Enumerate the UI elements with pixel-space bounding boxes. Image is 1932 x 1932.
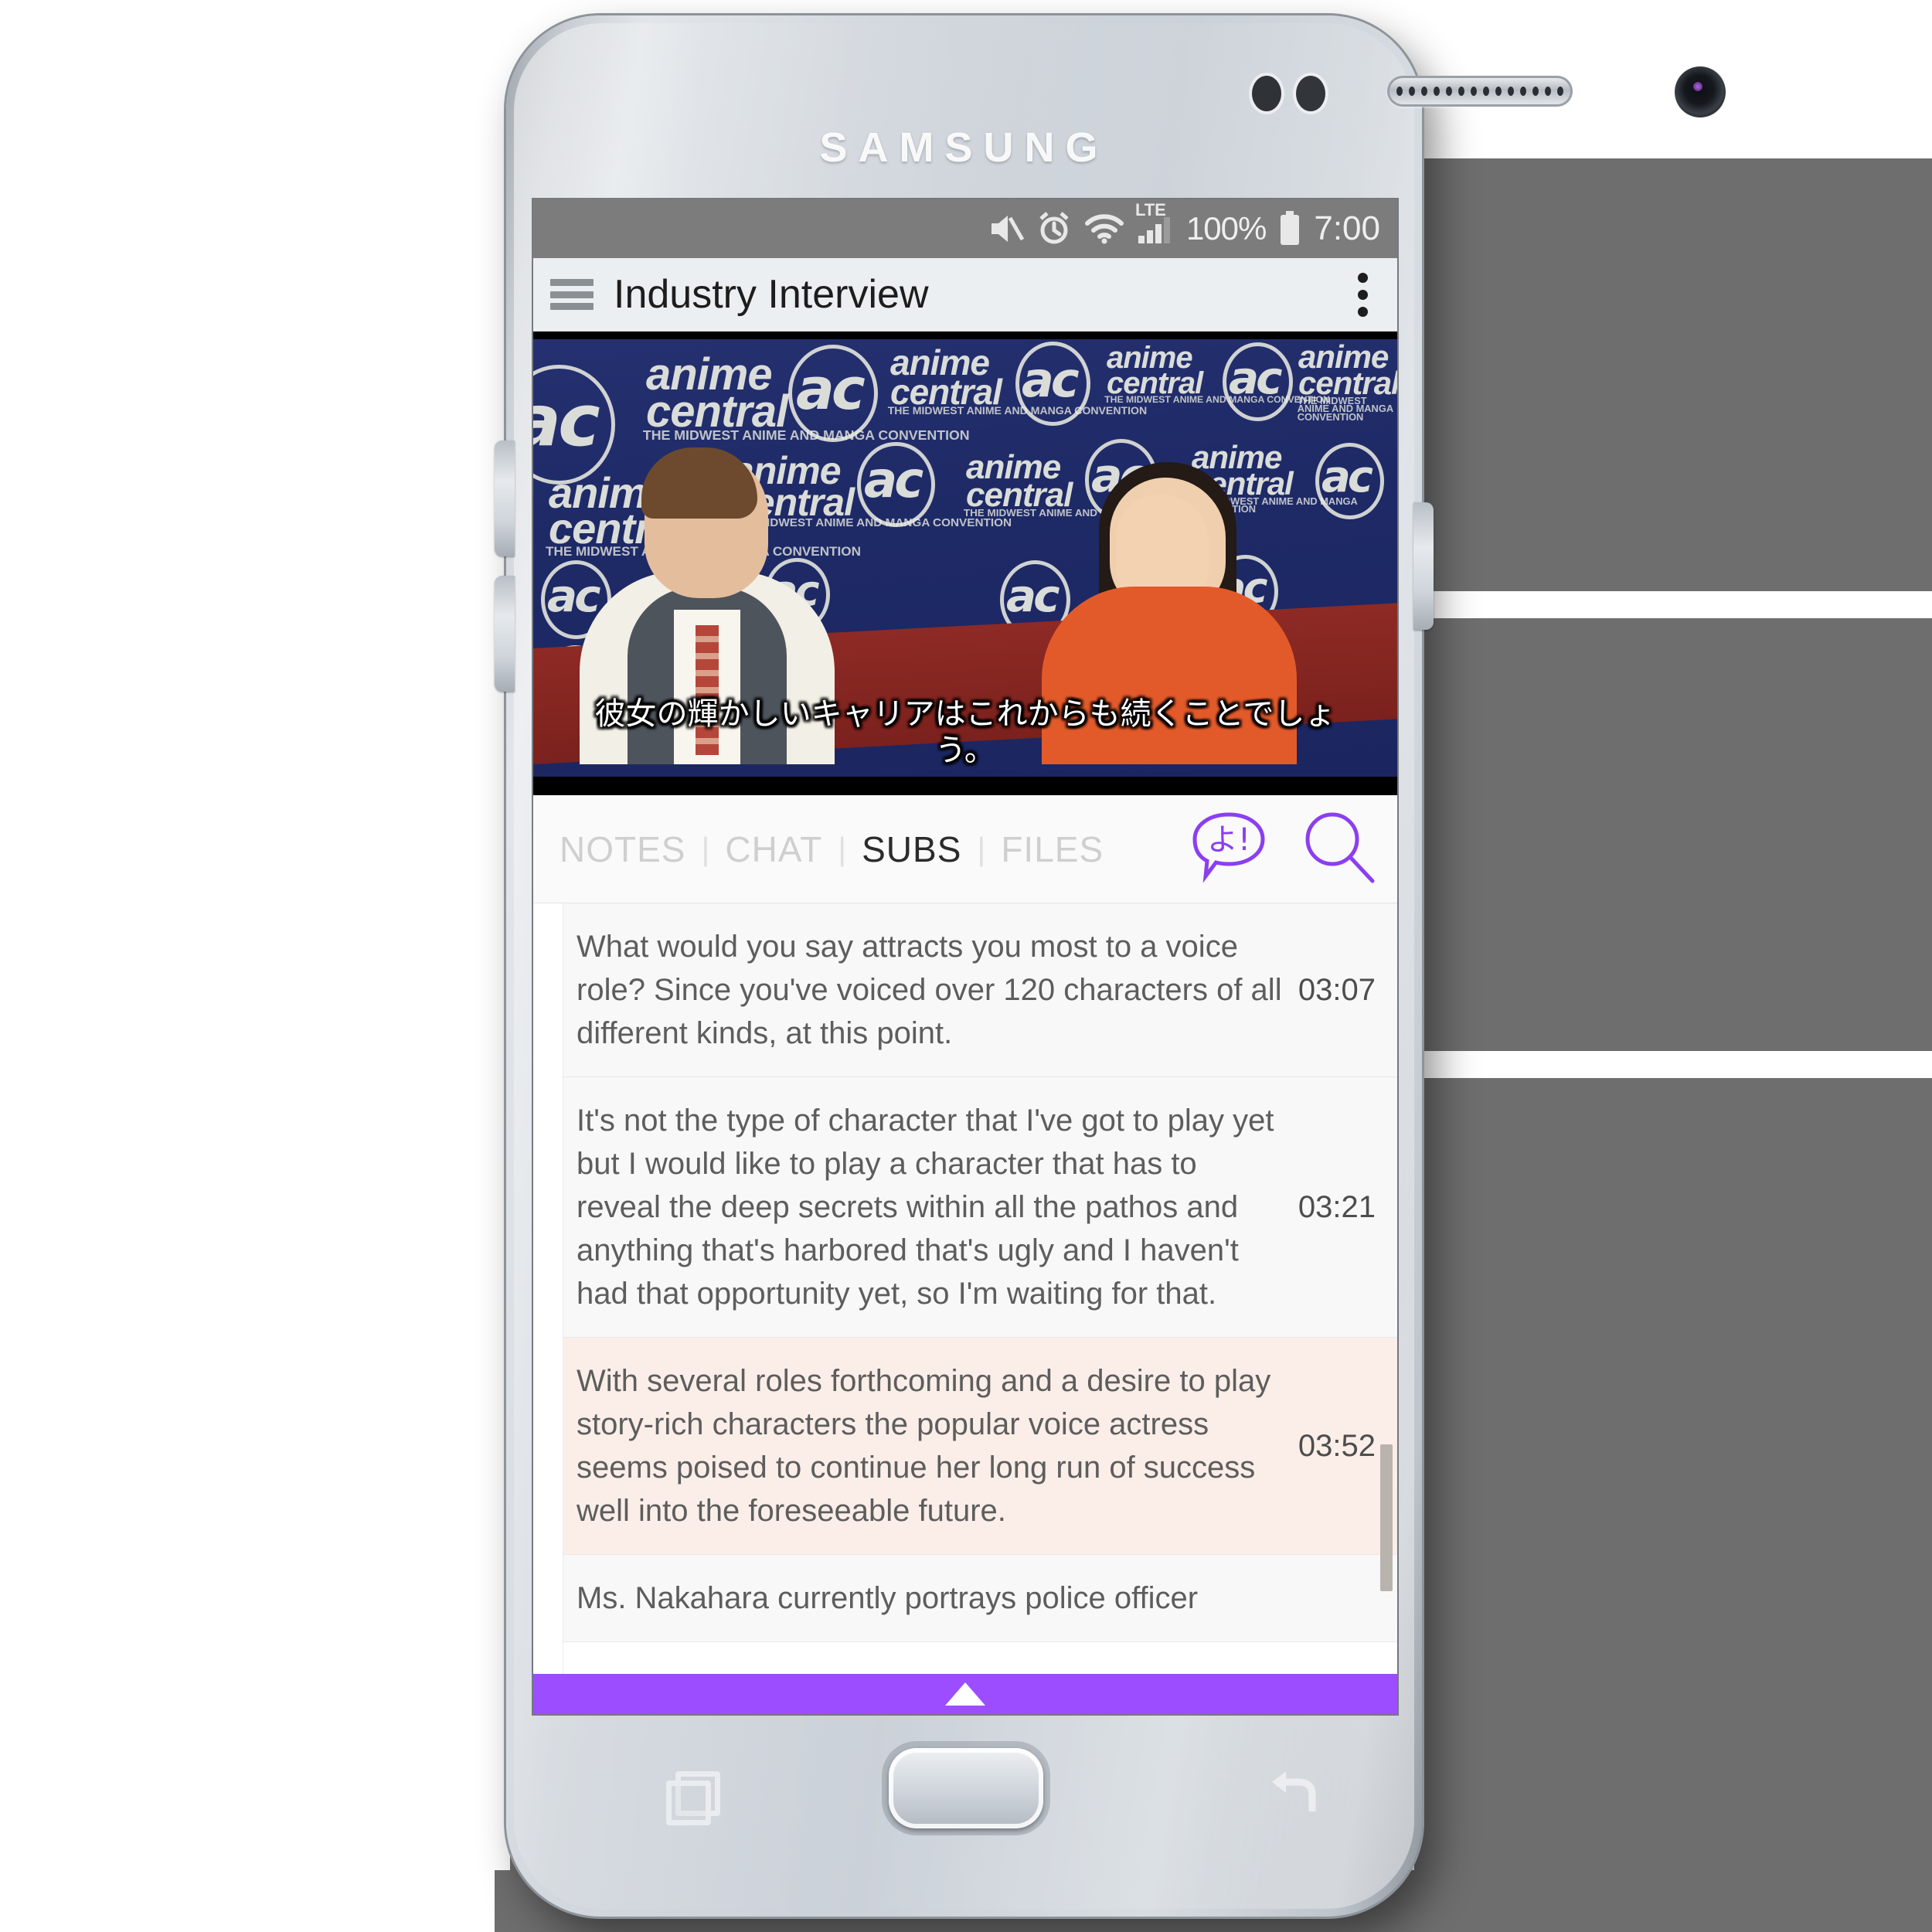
tab-notes[interactable]: NOTES xyxy=(556,828,689,870)
tab-files[interactable]: FILES xyxy=(998,828,1107,870)
subtitle-timestamp: 03:21 xyxy=(1298,1189,1376,1224)
status-bar: LTE 100% 7:00 xyxy=(533,199,1397,258)
tab-chat[interactable]: CHAT xyxy=(722,828,825,870)
app-bar: Industry Interview xyxy=(533,258,1397,332)
home-button[interactable] xyxy=(889,1748,1043,1828)
network-type-label: LTE xyxy=(1134,200,1166,219)
subtitle-timestamp: 03:07 xyxy=(1298,972,1376,1007)
mute-icon xyxy=(987,212,1024,246)
back-icon[interactable] xyxy=(1267,1768,1321,1818)
backdrop-shadow-panel-2 xyxy=(1414,618,1932,1051)
ac-logo: ac xyxy=(1315,443,1384,519)
tab-separator: | xyxy=(977,830,986,867)
ac-logo: ac xyxy=(533,364,615,485)
page-title: Industry Interview xyxy=(614,272,929,317)
volume-down-button[interactable] xyxy=(495,576,515,692)
backdrop-shadow-panel-1 xyxy=(1414,158,1932,591)
subtitle-row[interactable]: What would you say attracts you most to … xyxy=(533,903,1397,1077)
tab-bar: NOTES | CHAT | SUBS | FILES よ! xyxy=(533,795,1397,903)
tab-subs[interactable]: SUBS xyxy=(859,828,964,870)
ac-logo: ac xyxy=(1015,341,1090,427)
speaker-grille-icon xyxy=(1387,76,1573,107)
letterbox-bottom xyxy=(533,777,1397,795)
subtitle-text: What would you say attracts you most to … xyxy=(577,930,1282,1050)
cellular-signal-icon: LTE xyxy=(1135,200,1174,245)
wifi-icon xyxy=(1084,213,1124,245)
alarm-icon xyxy=(1036,211,1072,247)
overflow-menu-icon[interactable] xyxy=(1345,267,1380,321)
subtitle-row-active[interactable]: With several roles forthcoming and a des… xyxy=(533,1338,1397,1555)
power-button[interactable] xyxy=(1413,502,1434,630)
phone-screen: LTE 100% 7:00 Industry Interview c anime… xyxy=(533,199,1397,1714)
chevron-up-icon xyxy=(945,1682,985,1706)
device-brand-label: SAMSUNG xyxy=(819,124,1109,171)
hamburger-menu-icon[interactable] xyxy=(550,279,594,310)
volume-up-button[interactable] xyxy=(495,440,515,556)
ac-logo: ac xyxy=(857,441,936,528)
video-subtitle-overlay: 彼女の輝かしいキャリアはこれからも続くことでしょう。 xyxy=(594,696,1336,768)
subtitle-list[interactable]: What would you say attracts you most to … xyxy=(533,903,1397,1714)
clock-label: 7:00 xyxy=(1314,209,1380,247)
tab-group: NOTES | CHAT | SUBS | FILES xyxy=(556,828,1190,870)
recents-icon[interactable] xyxy=(666,1771,720,1825)
vertical-scrollbar[interactable] xyxy=(1380,1444,1393,1591)
subtitle-row[interactable]: Ms. Nakahara currently portrays police o… xyxy=(533,1555,1397,1642)
expand-panel-handle[interactable] xyxy=(533,1674,1397,1714)
translate-bubble-icon[interactable]: よ! xyxy=(1190,810,1267,888)
subtitle-text: With several roles forthcoming and a des… xyxy=(577,1364,1271,1528)
backdrop-shadow-panel-3 xyxy=(1414,1078,1932,1932)
tab-separator: | xyxy=(701,830,710,867)
video-player[interactable]: ac animecentralTHE MIDWEST ANIME AND MAN… xyxy=(533,332,1397,795)
light-sensor-icon xyxy=(1296,76,1325,111)
subtitle-row[interactable]: It's not the type of character that I've… xyxy=(533,1077,1397,1338)
tab-separator: | xyxy=(838,830,847,867)
subtitle-text: Ms. Nakahara currently portrays police o… xyxy=(577,1581,1199,1615)
battery-full-icon xyxy=(1278,211,1301,247)
tab-actions: よ! xyxy=(1190,808,1377,889)
battery-percent-label: 100% xyxy=(1185,210,1267,247)
letterbox-top xyxy=(533,332,1397,339)
ac-logo: ac xyxy=(1223,342,1293,422)
anime-central-logo: animecentralTHE MIDWEST ANIME AND MANGA … xyxy=(1297,338,1397,423)
subtitle-timestamp: 03:52 xyxy=(1298,1428,1376,1463)
search-icon[interactable] xyxy=(1300,808,1377,889)
proximity-sensor-icon xyxy=(1252,76,1281,111)
subtitle-text: It's not the type of character that I've… xyxy=(577,1104,1274,1311)
ac-logo: ac xyxy=(787,344,878,443)
anime-central-logo: animecentralTHE MIDWEST ANIME AND MANGA … xyxy=(1104,341,1330,405)
svg-text:よ!: よ! xyxy=(1207,822,1250,858)
list-gutter xyxy=(533,903,563,1714)
camera-icon xyxy=(1675,66,1726,117)
